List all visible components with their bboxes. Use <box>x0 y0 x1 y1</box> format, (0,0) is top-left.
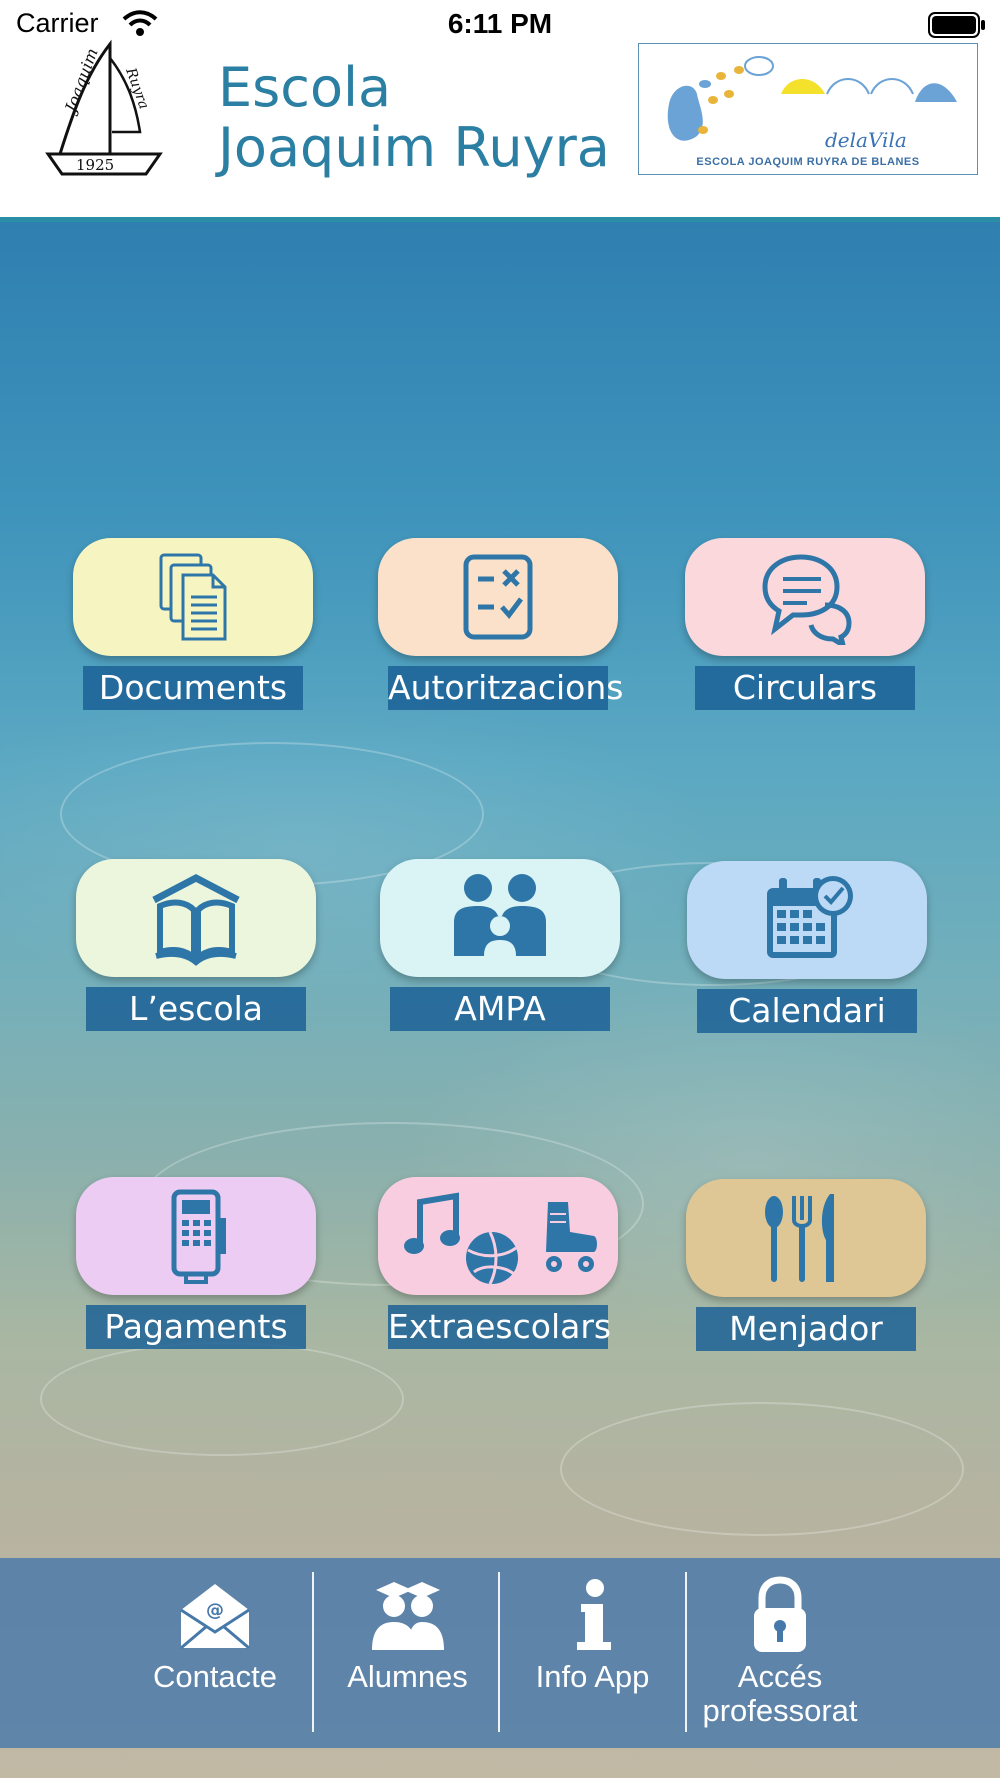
tile-extraescolars-label: Extraescolars <box>388 1305 611 1349</box>
school-name: Escola Joaquim Ruyra <box>218 58 610 178</box>
family-icon <box>454 874 546 956</box>
info-icon <box>576 1579 611 1650</box>
tile-extraescolars-button[interactable] <box>378 1177 618 1295</box>
tile-autoritzacions-button[interactable] <box>378 538 618 656</box>
tile-calendari-button[interactable] <box>687 861 927 979</box>
tile-autoritzacions-label: Autoritzacions <box>388 666 623 710</box>
school-logo: 1925 Joaquim Ruyra <box>45 39 163 176</box>
tile-ampa[interactable]: AMPA <box>380 859 620 1035</box>
app-screen: 1925 Joaquim Ruyra Escola Joaquim Ruyra <box>0 0 1000 1778</box>
students-icon <box>371 1582 444 1650</box>
tile-documents-button[interactable] <box>73 538 313 656</box>
music-ball-skate-icon <box>404 1192 597 1284</box>
svg-text:1925: 1925 <box>76 156 114 174</box>
email-icon: @ <box>180 1584 250 1650</box>
bottom-tab-bar: @ Contacte Alumnes Info App Accés profes… <box>0 1558 1000 1748</box>
checklist-icon <box>463 554 533 640</box>
tile-autoritzacions[interactable]: Autoritzacions <box>378 538 623 714</box>
tile-circulars-label: Circulars <box>695 666 915 710</box>
ampa-logo: delaVila ESCOLA JOAQUIM RUYRA DE BLANES <box>638 43 978 175</box>
tab-contacte[interactable]: @ Contacte <box>140 1558 290 1748</box>
tab-contacte-label: Contacte <box>152 1659 278 1694</box>
svg-text:Ruyra: Ruyra <box>122 65 152 111</box>
tab-acces-line2: professorat <box>702 1693 858 1728</box>
tile-documents[interactable]: Documents <box>73 538 313 714</box>
calendar-icon <box>767 876 853 958</box>
ampa-logo-caption: ESCOLA JOAQUIM RUYRA DE BLANES <box>696 156 920 168</box>
tile-lescola-button[interactable] <box>76 859 316 977</box>
documents-icon <box>159 553 227 641</box>
svg-text:Joaquim: Joaquim <box>60 46 102 118</box>
tile-documents-label: Documents <box>83 666 303 710</box>
tile-pagaments-label: Pagaments <box>86 1305 306 1349</box>
tile-ampa-label: AMPA <box>390 987 610 1031</box>
tile-pagaments[interactable]: Pagaments <box>76 1177 316 1353</box>
tile-extraescolars[interactable]: Extraescolars <box>378 1177 618 1353</box>
tab-divider <box>312 1572 314 1732</box>
tile-pagaments-button[interactable] <box>76 1177 316 1295</box>
tab-acces-line1: Accés <box>737 1659 823 1694</box>
tab-info-app[interactable]: Info App <box>515 1558 670 1748</box>
tile-calendari[interactable]: Calendari <box>687 861 927 1037</box>
tile-circulars-button[interactable] <box>685 538 925 656</box>
tile-ampa-button[interactable] <box>380 859 620 977</box>
tab-divider <box>685 1572 687 1732</box>
tab-divider <box>498 1572 500 1732</box>
school-book-icon <box>152 874 240 966</box>
tile-menjador[interactable]: Menjador <box>686 1179 926 1355</box>
battery-icon <box>928 12 985 38</box>
tile-menjador-label: Menjador <box>696 1307 916 1351</box>
tile-menjador-button[interactable] <box>686 1179 926 1297</box>
school-name-line2: Joaquim Ruyra <box>218 116 610 179</box>
lock-icon <box>754 1576 806 1652</box>
tab-alumnes[interactable]: Alumnes <box>330 1558 485 1748</box>
tab-acces-professorat[interactable]: Accés professorat <box>690 1558 870 1748</box>
payment-terminal-icon <box>171 1189 226 1284</box>
cutlery-icon <box>765 1194 834 1282</box>
tile-lescola[interactable]: L’escola <box>76 859 316 1035</box>
tab-info-app-label: Info App <box>535 1659 650 1694</box>
tab-alumnes-label: Alumnes <box>347 1659 468 1694</box>
status-bar: Carrier 6:11 PM <box>0 0 1000 50</box>
footprints-logo-icon <box>667 56 957 141</box>
clock-time: 6:11 PM <box>447 8 553 39</box>
school-name-line1: Escola <box>218 56 392 119</box>
tile-lescola-label: L’escola <box>86 987 306 1031</box>
svg-text:@: @ <box>206 1600 224 1621</box>
tile-calendari-label: Calendari <box>697 989 917 1033</box>
tile-circulars[interactable]: Circulars <box>685 538 925 714</box>
chat-bubbles-icon <box>762 554 852 645</box>
tab-acces-professorat-label: Accés professorat <box>702 1660 857 1728</box>
ampa-logo-script: delaVila <box>825 128 907 152</box>
